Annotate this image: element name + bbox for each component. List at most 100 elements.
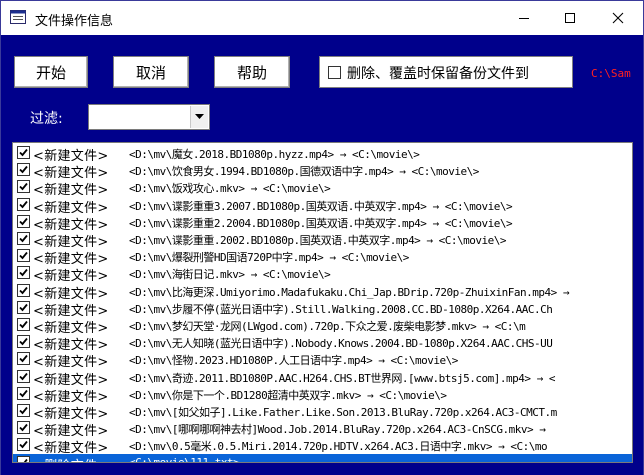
row-checkbox[interactable] <box>17 404 30 417</box>
maximize-button[interactable] <box>547 1 593 35</box>
row-checkbox[interactable] <box>17 232 30 245</box>
title-bar[interactable]: 文件操作信息 <box>1 1 643 35</box>
list-item[interactable]: <新建文件> <D:\mv\比海更深.Umiyorimo.Madafukaku.C… <box>13 282 632 299</box>
checkmark-icon <box>19 269 28 277</box>
list-item[interactable]: <新建文件> <D:\mv\步履不停(蓝光日语中字).Still.Walking.… <box>13 299 632 316</box>
list-item[interactable]: <新建文件> <D:\mv\饮食男女.1994.BD1080p.国德双语中字.mp… <box>13 161 632 178</box>
start-button[interactable]: 开始 <box>14 56 88 88</box>
minimize-icon <box>519 18 529 19</box>
checkmark-icon <box>19 424 28 432</box>
chevron-down-icon <box>195 114 204 119</box>
checkmark-icon <box>19 320 28 329</box>
row-checkbox[interactable] <box>17 300 30 314</box>
app-icon <box>10 10 26 24</box>
row-checkbox[interactable] <box>17 146 30 159</box>
checkbox-icon[interactable] <box>328 66 341 79</box>
operation-type: <新建文件> <box>33 372 109 385</box>
list-item[interactable]: <新建文件> <D:\mv\[哪啊哪啊神去村]Wood.Job.2014.BluR… <box>13 419 632 436</box>
operation-description: <D:\mv\魔女.2018.BD1080p.hyzz.mp4> → <C:\m… <box>129 148 420 161</box>
row-checkbox[interactable] <box>17 318 30 331</box>
checkmark-icon <box>19 148 28 157</box>
file-operation-window: 文件操作信息 开始 取消 帮助 删除、覆盖时保留备份文件到 C:\Sam 过滤:… <box>0 0 644 475</box>
list-item[interactable]: <新建文件> <D:\mv\谍影重重2.2004.BD1080p.国英双语.中英双… <box>13 213 632 230</box>
operation-description: <D:\mv\奇迹.2011.BD1080P.AAC.H264.CHS.BT世界… <box>129 371 555 385</box>
row-checkbox[interactable] <box>17 163 30 177</box>
operation-type: <新建文件> <box>33 321 109 333</box>
operation-type: <新建文件> <box>33 252 109 265</box>
close-button[interactable] <box>595 1 641 35</box>
checkmark-icon <box>19 286 28 294</box>
backup-option-checkbox[interactable]: 删除、覆盖时保留备份文件到 <box>319 56 573 88</box>
list-item[interactable]: <新建文件> <D:\mv\魔女.2018.BD1080p.hyzz.mp4> →… <box>13 144 632 161</box>
list-item[interactable]: <新建文件> <D:\mv\奇迹.2011.BD1080P.AAC.H264.CH… <box>13 368 632 385</box>
list-item[interactable]: <新建文件> <D:\mv\爆裂刑警HD国语720P中字.mp4> → <C:\m… <box>13 247 632 264</box>
operation-description: <D:\mv\怪物.2023.HD1080P.人工日语中字.mp4> → <C:… <box>129 354 458 368</box>
filter-dropdown[interactable] <box>88 104 210 130</box>
list-item[interactable]: <新建文件> <D:\mv\谍影重重3.2007.BD1080p.国英双语.中英双… <box>13 196 632 213</box>
operation-description: <D:\mv\比海更深.Umiyorimo.Madafukaku.Chi_Jap… <box>129 285 569 299</box>
checkmark-icon <box>19 166 28 174</box>
row-checkbox[interactable] <box>17 335 30 349</box>
operation-type: <新建文件> <box>33 389 109 402</box>
checkmark-icon <box>19 406 28 415</box>
operation-description: <D:\mv\梦幻天堂·龙网(LWgod.com).720p.下众之爱.废柴电影… <box>129 320 526 333</box>
operation-type: <新建文件> <box>33 149 109 161</box>
operation-type: <新建文件> <box>33 183 109 196</box>
operation-description: <D:\mv\海街日记.mkv> → <C:\movie\> <box>129 268 331 282</box>
maximize-icon <box>565 13 575 23</box>
list-item[interactable]: <新建文件> <D:\mv\谍影重重.2002.BD1080p.国英双语.中英双字… <box>13 230 632 247</box>
list-item[interactable]: <新建文件> <D:\mv\饭戏攻心.mkv> → <C:\movie\> <box>13 178 632 195</box>
list-item[interactable]: <新建文件> <D:\mv\梦幻天堂·龙网(LWgod.com).720p.下众之… <box>13 316 632 333</box>
checkmark-icon <box>19 372 28 380</box>
checkmark-icon <box>19 441 28 449</box>
checkmark-icon <box>19 234 28 243</box>
file-operation-list[interactable]: <新建文件> <D:\mv\魔女.2018.BD1080p.hyzz.mp4> →… <box>12 142 633 463</box>
operation-description: <C:\movie\111.txt> <box>129 455 240 463</box>
help-button[interactable]: 帮助 <box>214 56 290 88</box>
row-checkbox[interactable] <box>17 438 30 452</box>
row-checkbox[interactable] <box>17 180 30 194</box>
row-checkbox[interactable] <box>17 369 30 383</box>
operation-type: <新建文件> <box>33 235 109 247</box>
backup-path: C:\Sam <box>591 67 631 80</box>
window-bottom-edge <box>1 466 643 475</box>
row-checkbox[interactable] <box>17 352 30 366</box>
backup-option-label: 删除、覆盖时保留备份文件到 <box>347 66 529 82</box>
close-icon <box>612 12 624 24</box>
operation-description: <D:\mv\0.5毫米.0.5.Miri.2014.720p.HDTV.x26… <box>129 440 548 454</box>
filter-label: 过滤: <box>30 111 63 127</box>
row-checkbox[interactable] <box>17 283 30 297</box>
row-checkbox[interactable] <box>17 386 30 400</box>
checkmark-icon <box>19 183 28 191</box>
checkmark-icon <box>19 303 28 312</box>
cancel-button[interactable]: 取消 <box>113 56 189 88</box>
operation-description: <D:\mv\无人知晓(蓝光日语中字).Nobody.Knows.2004.BD… <box>129 337 553 351</box>
operation-description: <D:\mv\饭戏攻心.mkv> → <C:\movie\> <box>129 182 331 196</box>
checkmark-icon <box>19 217 28 226</box>
list-item[interactable]: <删除文件> <C:\movie\111.txt> <box>13 453 632 463</box>
operation-description: <D:\mv\谍影重重3.2007.BD1080p.国英双语.中英双字.mp4>… <box>129 199 513 213</box>
operation-type: <新建文件> <box>33 269 109 282</box>
operation-type: <新建文件> <box>33 338 109 351</box>
operation-description: <D:\mv\爆裂刑警HD国语720P中字.mp4> → <C:\movie\> <box>129 251 409 265</box>
row-checkbox[interactable] <box>17 455 30 462</box>
dropdown-arrow-button[interactable] <box>190 106 208 128</box>
row-checkbox[interactable] <box>17 266 30 280</box>
list-item[interactable]: <新建文件> <D:\mv\无人知晓(蓝光日语中字).Nobody.Knows.2… <box>13 333 632 350</box>
list-item[interactable]: <新建文件> <D:\mv\你是下一个.BD1280超清中英双字.mkv> → <… <box>13 385 632 402</box>
row-checkbox[interactable] <box>17 249 30 263</box>
row-checkbox[interactable] <box>17 421 30 435</box>
operation-description: <D:\mv\谍影重重.2002.BD1080p.国英双语.中英双字.mp4> … <box>129 234 507 247</box>
list-item[interactable]: <新建文件> <D:\mv\0.5毫米.0.5.Miri.2014.720p.HD… <box>13 436 632 453</box>
operation-type: <删除文件> <box>33 455 109 462</box>
row-checkbox[interactable] <box>17 197 30 211</box>
list-item[interactable]: <新建文件> <D:\mv\[如父如子].Like.Father.Like.Son… <box>13 402 632 419</box>
checkmark-icon <box>19 200 28 208</box>
list-item[interactable]: <新建文件> <D:\mv\怪物.2023.HD1080P.人工日语中字.mp4>… <box>13 350 632 367</box>
row-checkbox[interactable] <box>17 214 30 228</box>
minimize-button[interactable] <box>501 1 547 35</box>
list-item[interactable]: <新建文件> <D:\mv\海街日记.mkv> → <C:\movie\> <box>13 264 632 281</box>
operation-description: <D:\mv\谍影重重2.2004.BD1080p.国英双语.中英双字.mp4>… <box>129 216 513 230</box>
checkmark-icon <box>20 458 28 462</box>
operation-type: <新建文件> <box>33 303 109 316</box>
